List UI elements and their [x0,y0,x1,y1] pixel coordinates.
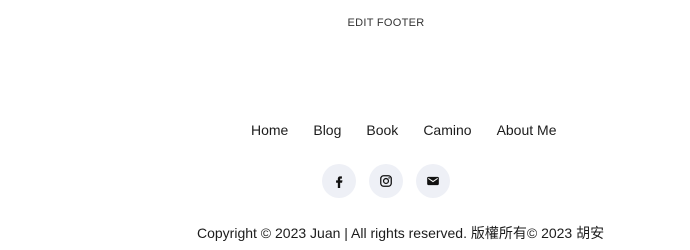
facebook-icon [332,174,346,188]
facebook-button[interactable] [322,164,356,198]
instagram-icon [379,174,393,188]
email-button[interactable] [416,164,450,198]
edit-footer-link[interactable]: EDIT FOOTER [0,17,690,29]
nav-link-about-me[interactable]: About Me [497,122,557,138]
footer-nav: Home Blog Book Camino About Me [251,122,557,138]
email-icon [426,174,440,188]
nav-link-book[interactable]: Book [366,122,398,138]
nav-link-blog[interactable]: Blog [313,122,341,138]
nav-link-camino[interactable]: Camino [423,122,471,138]
instagram-button[interactable] [369,164,403,198]
copyright-text: Copyright © 2023 Juan | All rights reser… [197,225,605,241]
social-links [322,164,450,198]
nav-link-home[interactable]: Home [251,122,288,138]
